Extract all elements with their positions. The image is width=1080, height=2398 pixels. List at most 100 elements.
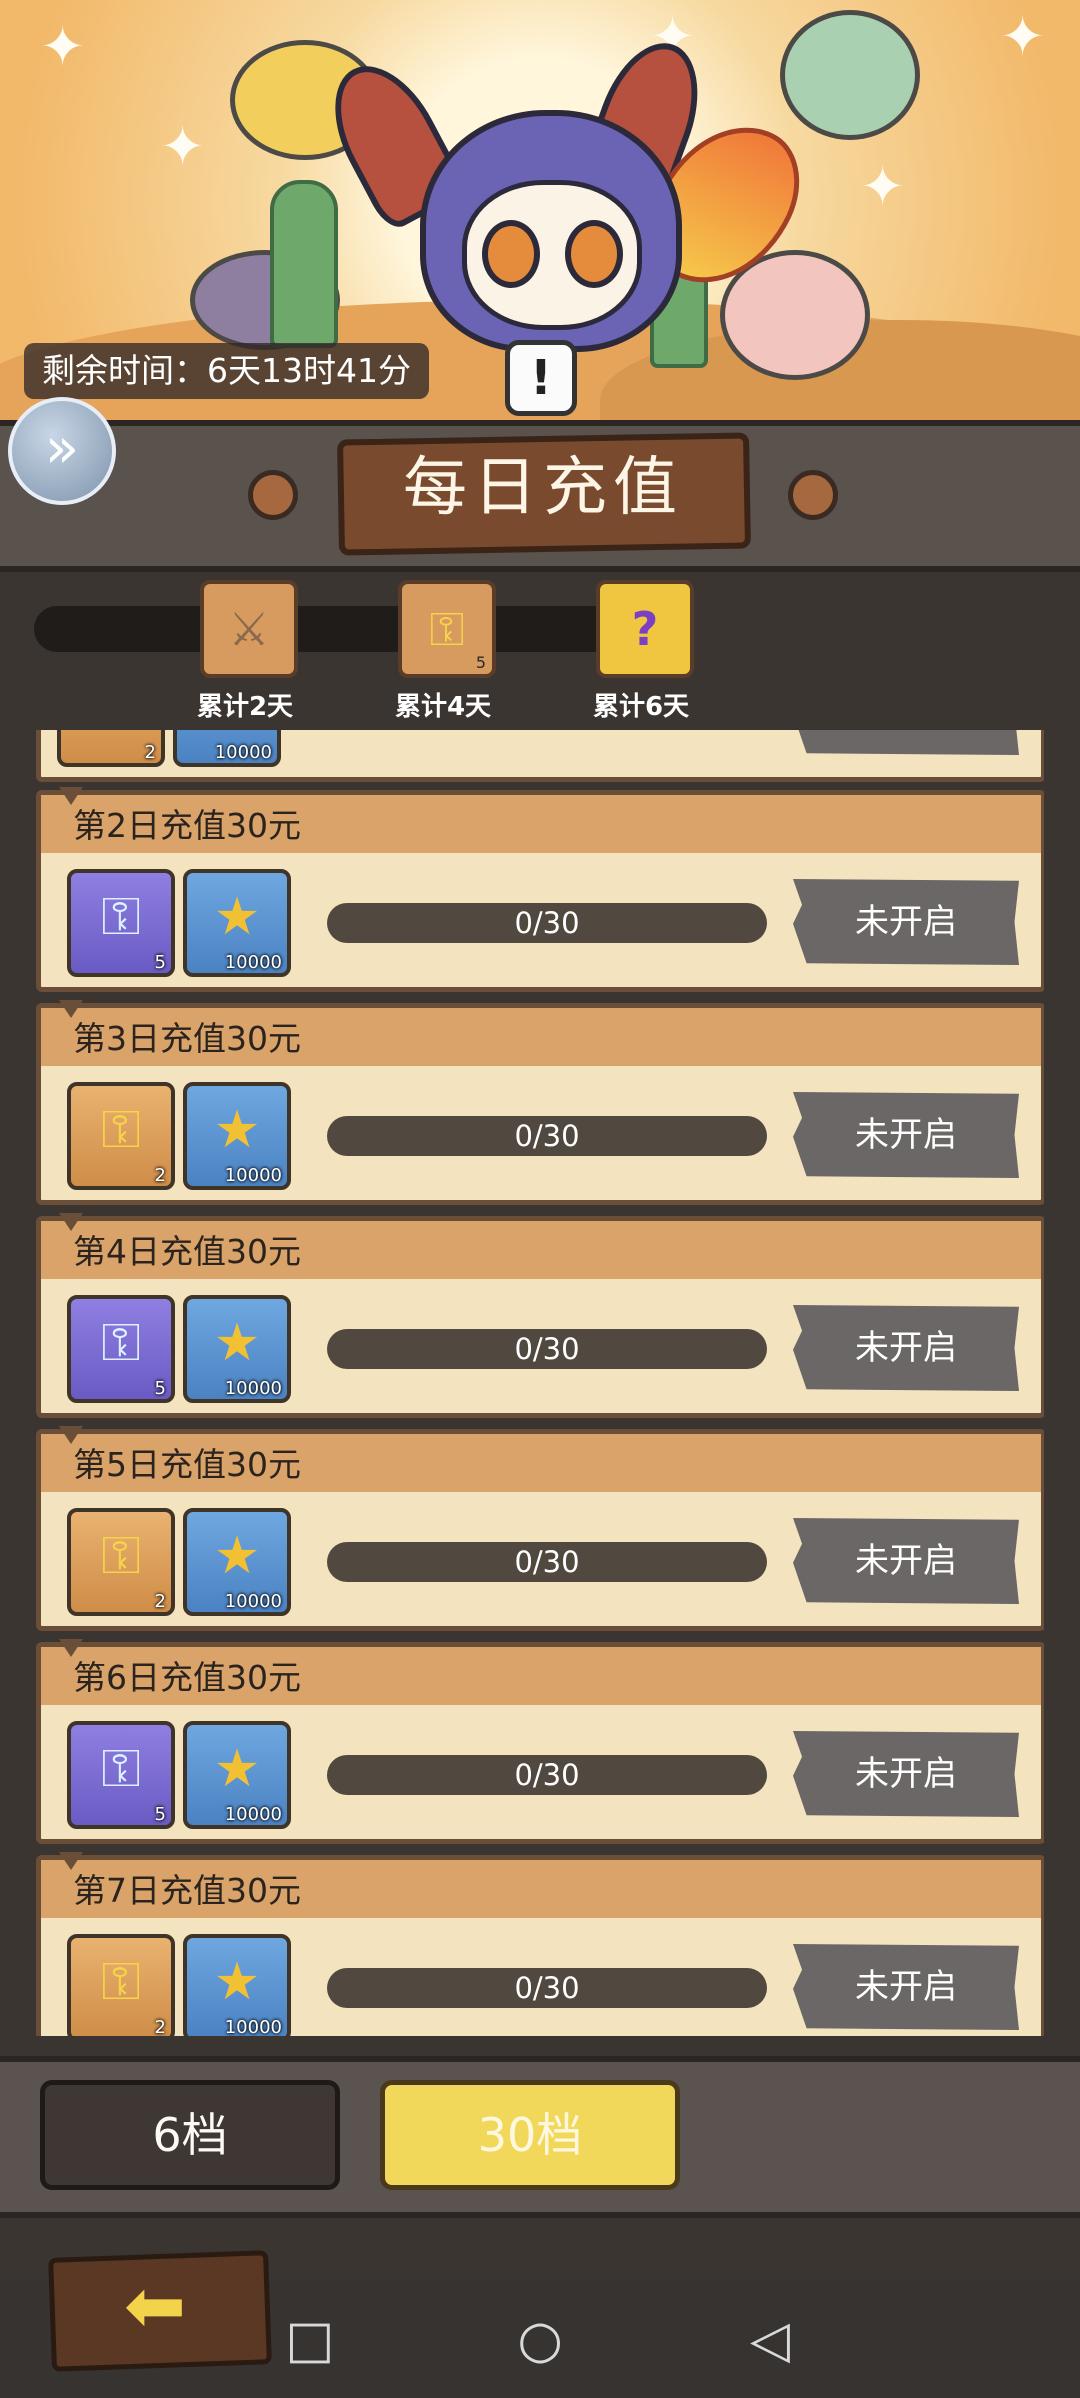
expand-arrow-icon[interactable]: » [8, 397, 116, 505]
home-icon[interactable]: ○ [510, 2310, 570, 2370]
reward-item[interactable]: ★ 10000 [173, 730, 281, 767]
day-card: 第4日充值30元 ⚿ 5 ★ 10000 0/30 未开启 [36, 1213, 1044, 1418]
hero-eye-left [482, 220, 540, 288]
not-open-button[interactable]: 未开启 [793, 1305, 1019, 1391]
day-card: 第2日充值30元 ⚿ 5 ★ 10000 0/30 未开启 [36, 787, 1044, 992]
sparkle-icon: ✦ [40, 15, 86, 78]
item-quantity: 10000 [224, 1804, 282, 1825]
sparkle-icon: ✦ [1000, 5, 1046, 68]
day-card-header: 第7日充值30元 [41, 1860, 1041, 1918]
reward-item[interactable]: ⚿ 5 [67, 869, 175, 977]
day-card-title: 第2日充值30元 [73, 806, 301, 845]
rivet-icon [788, 470, 838, 520]
day-card-title: 第3日充值30元 [73, 1019, 301, 1058]
sparkle-icon: ✦ [160, 115, 206, 178]
item-quantity: 10000 [224, 1378, 282, 1399]
day-card-header: 第6日充值30元 [41, 1647, 1041, 1705]
rivet-icon [248, 470, 298, 520]
reward-item[interactable]: ⚿ 5 [67, 1721, 175, 1829]
gold-coin-icon: ★ [213, 1313, 261, 1373]
item-quantity: 10000 [224, 1591, 282, 1612]
gold-key-icon: ⚿ [101, 1526, 141, 1586]
gold-coin-icon: ★ [213, 1739, 261, 1799]
day-card: 第3日充值30元 ⚿ 2 ★ 10000 0/30 未开启 [36, 1000, 1044, 1205]
reward-item[interactable]: ★ 10000 [183, 1721, 291, 1829]
reward-item[interactable]: ⚿ 5 [67, 1295, 175, 1403]
item-quantity: 5 [475, 653, 486, 672]
milestone-label: 累计4天 [394, 692, 492, 722]
milestone-label: 累计2天 [196, 692, 294, 722]
item-quantity: 2 [144, 742, 156, 763]
not-open-button[interactable]: 未开启 [793, 1731, 1019, 1817]
milestone-reward-2[interactable]: ⚔ [200, 580, 298, 678]
day-card-header: 第4日充值30元 [41, 1221, 1041, 1279]
page-title: 每日充值 [403, 451, 683, 525]
sparkle-icon: ✦ [860, 155, 906, 218]
reward-item[interactable]: ⚿ 2 [57, 730, 165, 767]
hero-eye-right [565, 220, 623, 288]
not-open-button[interactable]: 未开启 [793, 1518, 1019, 1604]
item-quantity: 10000 [224, 952, 282, 973]
back-arrow-icon[interactable]: ⬅ [50, 2254, 260, 2358]
card-notch [59, 787, 83, 805]
reward-item[interactable]: ★ 10000 [183, 1508, 291, 1616]
day-card: 第7日充值30元 ⚿ 2 ★ 10000 0/30 未开启 [36, 1852, 1044, 2036]
recharge-progress-bar: 0/30 [327, 1116, 767, 1156]
day-card: 第5日充值30元 ⚿ 2 ★ 10000 0/30 未开启 [36, 1426, 1044, 1631]
reward-item[interactable]: ⚿ 2 [67, 1934, 175, 2036]
info-button[interactable]: ! [505, 340, 577, 416]
day-card-header: 第5日充值30元 [41, 1434, 1041, 1492]
gold-coin-icon: ★ [213, 887, 261, 947]
not-open-button[interactable]: 未开启 [793, 1092, 1019, 1178]
day-card-header: 第2日充值30元 [41, 795, 1041, 853]
card-notch [59, 1852, 83, 1870]
recharge-progress-bar: 0/30 [327, 1542, 767, 1582]
milestone-reward-4[interactable]: ⚿ 5 [398, 580, 496, 678]
card-notch [59, 1000, 83, 1018]
blue-key-icon: ⚿ [101, 1739, 141, 1799]
item-quantity: 2 [154, 1165, 166, 1186]
reward-item[interactable]: ⚿ 2 [67, 1082, 175, 1190]
remaining-time-label: 剩余时间：6天13时41分 [24, 343, 429, 399]
reward-item[interactable]: ★ 10000 [183, 869, 291, 977]
milestone-label: 累计6天 [592, 692, 690, 722]
reward-item[interactable]: ⚿ 2 [67, 1508, 175, 1616]
reward-item[interactable]: ★ 10000 [183, 1934, 291, 2036]
reward-item[interactable]: ★ 10000 [183, 1082, 291, 1190]
locked-button[interactable] [793, 730, 1019, 755]
day-card-title: 第5日充值30元 [73, 1445, 301, 1484]
gold-coin-icon: ★ [213, 1952, 261, 2012]
item-quantity: 10000 [224, 2017, 282, 2036]
item-quantity: 2 [154, 1591, 166, 1612]
blue-key-icon: ⚿ [101, 887, 141, 947]
tier-30-button[interactable]: 30档 [380, 2080, 680, 2190]
item-quantity: 5 [154, 1378, 166, 1399]
blue-key-icon: ⚿ [101, 1313, 141, 1373]
reward-item[interactable]: ★ 10000 [183, 1295, 291, 1403]
day-card-partial: ⚿ 2 ★ 10000 [36, 730, 1044, 782]
recharge-progress-bar: 0/30 [327, 1329, 767, 1369]
daily-recharge-list[interactable]: ⚿ 2 ★ 10000 第2日充值30元 ⚿ 5 ★ 10000 0/30 未开… [30, 730, 1044, 2036]
item-quantity: 2 [154, 2017, 166, 2036]
gold-coin-icon: ★ [213, 1100, 261, 1160]
item-quantity: 10000 [224, 1165, 282, 1186]
day-card-header: 第3日充值30元 [41, 1008, 1041, 1066]
slime-icon [780, 10, 920, 140]
cactus-icon [270, 180, 338, 348]
not-open-button[interactable]: 未开启 [793, 879, 1019, 965]
milestone-reward-6[interactable]: ? [596, 580, 694, 678]
item-quantity: 5 [154, 1804, 166, 1825]
tier-6-button[interactable]: 6档 [40, 2080, 340, 2190]
sword-scroll-icon: ⚔ [228, 602, 270, 656]
gold-key-icon: ⚿ [101, 1952, 141, 2012]
nav-back-icon[interactable]: ◁ [740, 2310, 800, 2370]
day-card-title: 第6日充值30元 [73, 1658, 301, 1697]
not-open-button[interactable]: 未开启 [793, 1944, 1019, 2030]
recharge-progress-bar: 0/30 [327, 903, 767, 943]
item-quantity: 5 [154, 952, 166, 973]
mystery-chest-icon: ? [631, 602, 659, 656]
recent-apps-icon[interactable]: □ [280, 2310, 340, 2370]
recharge-progress-bar: 0/30 [327, 1755, 767, 1795]
card-notch [59, 1213, 83, 1231]
day-card-title: 第7日充值30元 [73, 1871, 301, 1910]
